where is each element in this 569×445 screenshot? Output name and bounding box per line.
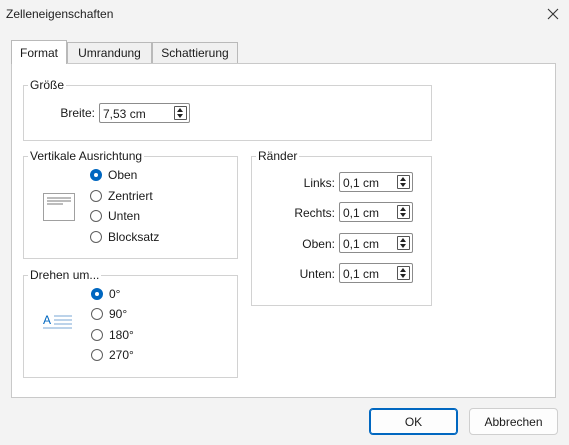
spin-down-icon <box>400 183 406 187</box>
width-spin-arrows[interactable] <box>174 106 187 120</box>
spin-up-icon <box>177 108 183 112</box>
cancel-button[interactable]: Abbrechen <box>469 408 558 435</box>
ok-button[interactable]: OK <box>369 408 458 435</box>
width-spinbox[interactable]: 7,53 cm <box>99 103 190 123</box>
spin-up-icon <box>400 238 406 242</box>
width-value: 7,53 cm <box>103 107 146 121</box>
tab-umrandung-label: Umrandung <box>78 46 141 60</box>
ok-button-label: OK <box>404 414 423 429</box>
margin-right-spinbox[interactable]: 0,1 cm <box>339 202 413 222</box>
window-title: Zelleneigenschaften <box>6 7 114 21</box>
tab-format-label: Format <box>19 45 58 60</box>
margins-legend: Ränder <box>258 149 298 163</box>
cancel-button-label: Abbrechen <box>484 414 543 429</box>
margin-bottom-label: Unten: <box>299 267 335 281</box>
spin-up-icon <box>400 207 406 211</box>
margin-left-label: Links: <box>303 176 335 190</box>
valign-center-label: Zentriert <box>108 189 153 203</box>
format-panel: Größe Breite: 7,53 cm Vertikale Ausricht… <box>11 63 556 398</box>
rotate-90-label: 90° <box>109 307 128 321</box>
rotate-270-label: 270° <box>109 348 134 362</box>
margin-left-spinbox[interactable]: 0,1 cm <box>339 172 413 192</box>
rotate-180-label: 180° <box>109 328 134 342</box>
valign-bottom-label: Unten <box>108 209 141 223</box>
margin-left-spin-arrows[interactable] <box>397 175 410 189</box>
valign-justify-radio[interactable]: Blocksatz <box>90 230 159 244</box>
valign-top-label: Oben <box>108 168 138 182</box>
rotate-0-radio[interactable]: 0° <box>91 287 120 301</box>
margin-top-spin-arrows[interactable] <box>397 236 410 250</box>
radio-indicator <box>90 190 102 202</box>
spin-down-icon <box>400 274 406 278</box>
close-button[interactable] <box>541 2 565 26</box>
radio-indicator <box>91 288 103 300</box>
margin-left-value: 0,1 cm <box>343 176 380 190</box>
margin-top-spinbox[interactable]: 0,1 cm <box>339 233 413 253</box>
margin-bottom-spin-arrows[interactable] <box>397 266 410 280</box>
margin-right-label: Rechts: <box>294 206 335 220</box>
margin-top-value: 0,1 cm <box>343 237 380 251</box>
vertical-alignment-legend: Vertikale Ausrichtung <box>30 149 143 163</box>
valign-center-radio[interactable]: Zentriert <box>90 189 153 203</box>
tab-format[interactable]: Format <box>11 40 67 64</box>
spin-up-icon <box>400 268 406 272</box>
margin-bottom-value: 0,1 cm <box>343 267 380 281</box>
margin-right-spin-arrows[interactable] <box>397 205 410 219</box>
margin-bottom-spinbox[interactable]: 0,1 cm <box>339 263 413 283</box>
rotate-legend: Drehen um... <box>30 268 100 282</box>
rotate-90-radio[interactable]: 90° <box>91 307 127 321</box>
spin-down-icon <box>400 244 406 248</box>
radio-indicator <box>91 308 103 320</box>
margin-top-label: Oben: <box>302 237 335 251</box>
size-group-legend: Größe <box>30 78 65 92</box>
valign-top-radio[interactable]: Oben <box>90 168 137 182</box>
tab-schattierung[interactable]: Schattierung <box>152 42 238 63</box>
text-rotation-preview-icon: A <box>43 313 72 329</box>
rotate-180-radio[interactable]: 180° <box>91 328 134 342</box>
rotate-270-radio[interactable]: 270° <box>91 348 134 362</box>
radio-indicator <box>90 231 102 243</box>
spin-down-icon <box>177 114 183 118</box>
tab-schattierung-label: Schattierung <box>161 46 229 60</box>
spin-up-icon <box>400 177 406 181</box>
valign-justify-label: Blocksatz <box>108 230 160 244</box>
margin-right-value: 0,1 cm <box>343 206 380 220</box>
radio-indicator <box>91 349 103 361</box>
tab-umrandung[interactable]: Umrandung <box>67 42 152 63</box>
rotation-preview-letter: A <box>43 313 51 327</box>
width-label: Breite: <box>60 106 95 120</box>
close-icon <box>547 8 559 20</box>
spin-down-icon <box>400 213 406 217</box>
rotate-0-label: 0° <box>109 287 121 301</box>
radio-indicator <box>90 169 102 181</box>
valign-bottom-radio[interactable]: Unten <box>90 209 140 223</box>
radio-indicator <box>90 210 102 222</box>
text-align-top-preview-icon <box>43 193 75 221</box>
radio-indicator <box>91 329 103 341</box>
title-bar: Zelleneigenschaften <box>0 0 569 28</box>
